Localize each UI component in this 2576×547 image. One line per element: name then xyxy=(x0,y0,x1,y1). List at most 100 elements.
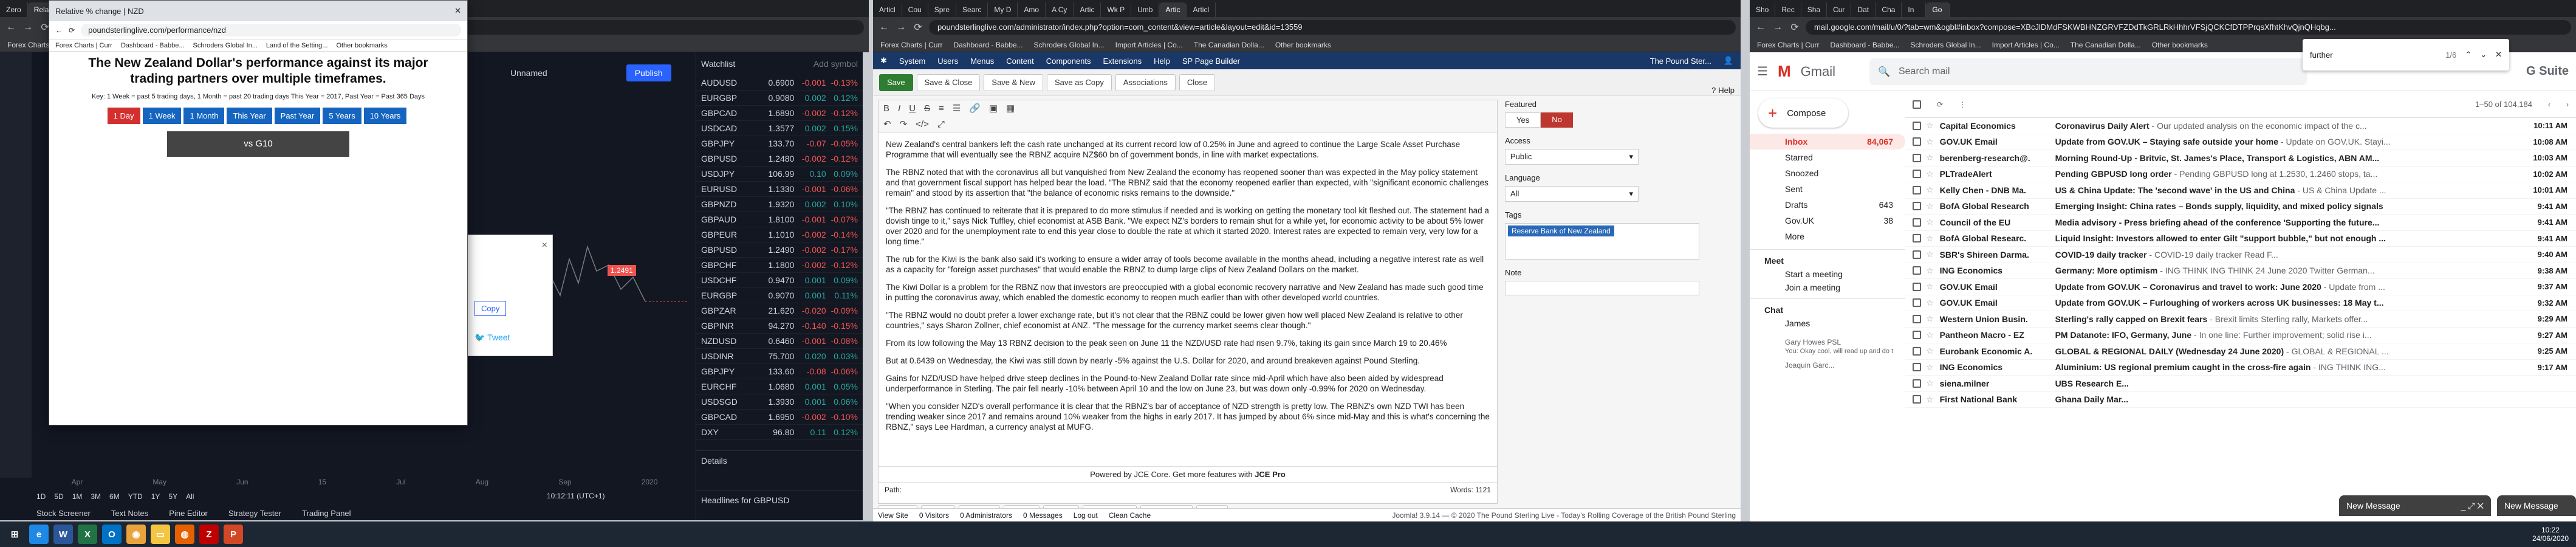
watchlist-row[interactable]: GBPUSD 1.2490 -0.002 -0.17% xyxy=(696,243,863,258)
bottom-toolbar-tab[interactable]: Trading Panel xyxy=(302,509,351,518)
watchlist-row[interactable]: NZDUSD 0.6460 -0.001 -0.08% xyxy=(696,334,863,349)
toolbar-button[interactable]: Close xyxy=(1179,74,1216,91)
start-meeting-link[interactable]: Start a meeting xyxy=(1750,266,1905,279)
watchlist-row[interactable]: EURCHF 1.0680 0.001 0.05% xyxy=(696,379,863,394)
toolbar-button[interactable]: Save as Copy xyxy=(1046,74,1112,91)
link-icon[interactable]: 🔗 xyxy=(969,103,981,114)
back-icon[interactable]: ← xyxy=(5,22,17,33)
bottom-toolbar-tab[interactable]: Strategy Tester xyxy=(228,509,281,518)
chevron-down-icon[interactable]: ⌄ xyxy=(2480,50,2487,60)
browser-tab[interactable]: Artic xyxy=(1159,2,1187,17)
browser-tab[interactable]: Articl xyxy=(1187,2,1216,17)
range-button[interactable]: 3M xyxy=(91,492,101,501)
reload-icon[interactable]: ⟳ xyxy=(1789,21,1801,33)
period-button[interactable]: This Year xyxy=(227,108,272,124)
search-icon[interactable]: 🔍 xyxy=(1878,66,1890,78)
underline-icon[interactable]: U xyxy=(909,103,916,114)
undo-icon[interactable]: ↶ xyxy=(883,119,891,129)
close-icon[interactable]: × xyxy=(542,240,547,251)
range-button[interactable]: 1M xyxy=(72,492,83,501)
toolbar-button[interactable]: Save xyxy=(879,74,913,91)
mail-checkbox[interactable] xyxy=(1913,185,1921,194)
star-icon[interactable]: ☆ xyxy=(1926,346,1934,356)
chat-user[interactable]: James xyxy=(1750,315,1905,328)
image-icon[interactable]: ▣ xyxy=(989,103,998,114)
prev-page-icon[interactable]: ‹ xyxy=(2548,100,2550,109)
bookmark-item[interactable]: Forex Charts | Curr xyxy=(880,41,942,49)
explorer-icon[interactable]: ▭ xyxy=(151,525,170,544)
mail-checkbox[interactable] xyxy=(1913,266,1921,275)
gmail-nav-item[interactable]: Drafts 643 xyxy=(1750,197,1905,213)
admin-menu-item[interactable]: System xyxy=(899,57,925,66)
star-icon[interactable]: ☆ xyxy=(1926,281,1934,292)
chat-contact[interactable]: Gary Howes PSL xyxy=(1750,328,1905,346)
watchlist-row[interactable]: USDCHF 0.9470 0.001 0.09% xyxy=(696,273,863,288)
watchlist-row[interactable]: USDSGD 1.3930 0.001 0.06% xyxy=(696,394,863,410)
star-icon[interactable]: ☆ xyxy=(1926,394,1934,405)
period-button[interactable]: 1 Week xyxy=(142,108,182,124)
start-icon[interactable]: ⊞ xyxy=(5,525,24,544)
close-popup-icon[interactable]: ✕ xyxy=(454,6,461,16)
star-icon[interactable]: ☆ xyxy=(1926,362,1934,373)
chrome-icon[interactable]: ◉ xyxy=(126,525,146,544)
watchlist-row[interactable]: USDCAD 1.3577 0.002 0.15% xyxy=(696,121,863,136)
toolbar-button[interactable]: Save & New xyxy=(984,74,1043,91)
back-icon[interactable]: ← xyxy=(878,22,890,33)
outlook-icon[interactable]: O xyxy=(102,525,122,544)
more-icon[interactable]: ⋮ xyxy=(1959,100,1966,109)
range-button[interactable]: 5D xyxy=(54,492,63,501)
mail-row[interactable]: ☆ SBR's Shireen Darma. COVID-19 daily trac… xyxy=(1905,247,2576,263)
mail-checkbox[interactable] xyxy=(1913,170,1921,179)
browser-tab[interactable]: My D xyxy=(988,2,1018,17)
watchlist-row[interactable]: EURGBP 0.9080 0.002 0.12% xyxy=(696,91,863,106)
mail-checkbox[interactable] xyxy=(1913,379,1921,388)
watchlist-row[interactable]: DXY 96.80 0.11 0.12% xyxy=(696,425,863,440)
reload-icon[interactable]: ⟳ xyxy=(69,26,75,35)
browser-tab[interactable]: A Cy xyxy=(1046,2,1074,17)
bookmark-item[interactable]: Dashboard - Babbe... xyxy=(1830,41,1899,49)
range-button[interactable]: All xyxy=(186,492,194,501)
code-icon[interactable]: </> xyxy=(916,119,929,129)
watchlist-row[interactable]: GBPNZD 1.9320 0.002 0.10% xyxy=(696,197,863,212)
admin-menu-item[interactable]: Components xyxy=(1046,57,1091,66)
featured-yes[interactable]: Yes xyxy=(1505,112,1541,128)
access-select[interactable]: Public ▾ xyxy=(1505,149,1639,165)
bottom-toolbar-tab[interactable]: Pine Editor xyxy=(169,509,208,518)
mail-checkbox[interactable] xyxy=(1913,137,1921,146)
watchlist-row[interactable]: GBPCAD 1.6890 -0.002 -0.12% xyxy=(696,106,863,121)
mail-checkbox[interactable] xyxy=(1913,153,1921,162)
join-meeting-link[interactable]: Join a meeting xyxy=(1750,279,1905,292)
bookmark-item[interactable]: Other bookmarks xyxy=(336,42,387,49)
back-icon[interactable]: ← xyxy=(55,26,63,35)
list-icon[interactable]: ☰ xyxy=(953,103,961,114)
copy-button[interactable]: Copy xyxy=(474,301,507,316)
star-icon[interactable]: ☆ xyxy=(1926,217,1934,227)
watchlist-row[interactable]: GBPCHF 1.1800 -0.002 -0.12% xyxy=(696,258,863,273)
chevron-up-icon[interactable]: ⌃ xyxy=(2465,50,2472,60)
ie-icon[interactable]: e xyxy=(29,525,49,544)
watchlist-row[interactable]: GBPAUD 1.8100 -0.001 -0.07% xyxy=(696,212,863,227)
star-icon[interactable]: ☆ xyxy=(1926,330,1934,340)
layout-name[interactable]: Unnamed xyxy=(510,68,547,78)
compose-button[interactable]: + Compose xyxy=(1758,98,1848,128)
firefox-icon[interactable]: ◍ xyxy=(175,525,194,544)
mail-row[interactable]: ☆ GOV.UK Email Update from GOV.UK – Stayin… xyxy=(1905,134,2576,150)
fullscreen-icon[interactable]: ⤢ xyxy=(937,119,945,129)
bookmark-item[interactable]: Schroders Global In... xyxy=(1034,41,1105,49)
site-name[interactable]: The Pound Ster... xyxy=(1650,57,1711,66)
admin-menu-item[interactable]: Extensions xyxy=(1103,57,1142,66)
bookmark-item[interactable]: Schroders Global In... xyxy=(1911,41,1981,49)
redo-icon[interactable]: ↷ xyxy=(900,119,908,129)
italic-icon[interactable]: I xyxy=(898,103,900,114)
address-bar[interactable]: mail.google.com/mail/u/0/?tab=wm&ogbl#in… xyxy=(1806,20,2571,35)
tags-field[interactable]: Reserve Bank of New Zealand xyxy=(1505,223,1699,260)
star-icon[interactable]: ☆ xyxy=(1926,298,1934,308)
watchlist-title[interactable]: Watchlist xyxy=(701,59,735,69)
gmail-logo[interactable]: Gmail xyxy=(1801,64,1835,80)
watchlist-row[interactable]: GBPEUR 1.1010 -0.002 -0.14% xyxy=(696,227,863,243)
mail-checkbox[interactable] xyxy=(1913,314,1921,323)
excel-icon[interactable]: X xyxy=(78,525,97,544)
watchlist-row[interactable]: GBPZAR 21.620 -0.020 -0.09% xyxy=(696,303,863,318)
mail-row[interactable]: ☆ berenberg-research@. Morning Round-Up - … xyxy=(1905,150,2576,167)
table-icon[interactable]: ▦ xyxy=(1006,103,1015,114)
